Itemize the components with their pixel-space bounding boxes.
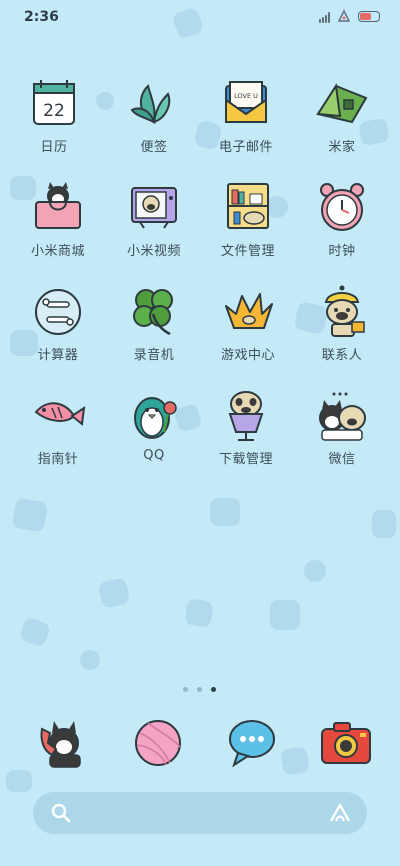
app-label: 游戏中心 — [220, 348, 275, 363]
app-game-center[interactable]: 游戏中心 — [198, 284, 298, 384]
calendar-icon: 22 — [33, 80, 75, 125]
app-label: 文件管理 — [220, 244, 275, 259]
app-calendar[interactable]: 22 日历 — [4, 76, 104, 176]
app-compass[interactable]: 指南针 — [8, 388, 108, 488]
phone-cat-icon[interactable] — [34, 715, 90, 771]
wallpaper-decor — [279, 745, 311, 777]
wallpaper-decor — [97, 577, 131, 609]
crown-icon — [225, 293, 273, 329]
app-label: 小米商城 — [30, 244, 85, 259]
wallpaper-decor — [210, 498, 240, 526]
app-downloads[interactable]: 下载管理 — [196, 388, 296, 488]
shopping-bag-cat-icon — [35, 182, 81, 229]
alarm-clock-icon — [320, 183, 364, 231]
home-screen: 2:36 22 日历 便签 LOVE U 电子邮件 米家 小米商城 小米视频 文… — [0, 0, 400, 866]
status-time: 2:36 — [24, 9, 59, 25]
app-mi-store[interactable]: 小米商城 — [8, 180, 108, 280]
app-label: 电子邮件 — [218, 140, 273, 155]
dog-cup-icon — [228, 391, 264, 441]
cat-dog-chat-icon — [319, 392, 366, 441]
email-icon: LOVE U — [225, 81, 267, 123]
app-clock[interactable]: 时钟 — [292, 180, 392, 280]
tent-icon — [316, 83, 368, 124]
search-bar[interactable] — [33, 792, 367, 834]
app-label: QQ — [143, 448, 165, 463]
tv-dog-icon — [131, 187, 177, 229]
app-calculator[interactable]: 计算器 — [8, 284, 108, 384]
email-note-text: LOVE U — [234, 92, 258, 100]
app-label: 指南针 — [37, 452, 79, 467]
wallpaper-decor — [184, 598, 214, 628]
app-wechat[interactable]: 微信 — [292, 388, 392, 488]
app-label: 下载管理 — [218, 452, 273, 467]
fish-icon — [34, 402, 86, 426]
page-indicator — [181, 687, 221, 695]
penguin-icon — [134, 397, 177, 439]
dog-hat-icon — [324, 285, 365, 337]
wallpaper-decor — [18, 616, 52, 648]
app-recorder[interactable]: 录音机 — [104, 284, 204, 384]
search-icon[interactable] — [51, 803, 71, 823]
bookshelf-icon — [227, 183, 269, 229]
clover-icon — [133, 289, 173, 336]
app-label: 录音机 — [133, 348, 175, 363]
assistant-icon[interactable] — [329, 803, 351, 823]
page-dot-current[interactable] — [211, 687, 216, 692]
wallpaper-decor — [80, 650, 100, 670]
chat-bubble-icon[interactable] — [224, 715, 280, 771]
app-label: 便签 — [140, 140, 168, 155]
app-contacts[interactable]: 联系人 — [292, 284, 392, 384]
calendar-day: 22 — [43, 101, 65, 121]
battery-icon — [358, 11, 380, 22]
wallpaper-decor — [11, 497, 49, 533]
app-label: 日历 — [40, 140, 68, 155]
app-email[interactable]: LOVE U 电子邮件 — [196, 76, 296, 176]
yarn-ball-icon[interactable] — [130, 715, 186, 771]
signal-icon — [319, 12, 333, 23]
app-qq[interactable]: QQ — [104, 388, 204, 488]
page-dot[interactable] — [183, 687, 188, 692]
app-mi-video[interactable]: 小米视频 — [104, 180, 204, 280]
calculator-bone-icon — [35, 289, 81, 335]
network-icon — [337, 9, 351, 22]
wallpaper-decor — [304, 560, 326, 582]
app-label: 微信 — [328, 452, 356, 467]
app-label: 计算器 — [37, 348, 79, 363]
app-file-manager[interactable]: 文件管理 — [198, 180, 298, 280]
wallpaper-decor — [6, 770, 32, 792]
app-label: 时钟 — [328, 244, 356, 259]
app-label: 小米视频 — [126, 244, 181, 259]
camera-icon[interactable] — [318, 715, 374, 771]
wallpaper-decor — [270, 600, 300, 630]
page-dot[interactable] — [197, 687, 202, 692]
wallpaper-decor — [372, 510, 396, 538]
app-mijia[interactable]: 米家 — [292, 76, 392, 176]
notes-leaf-icon — [130, 84, 171, 124]
app-label: 米家 — [328, 140, 356, 155]
status-bar: 2:36 — [0, 0, 400, 34]
app-label: 联系人 — [321, 348, 363, 363]
app-notes[interactable]: 便签 — [104, 76, 204, 176]
